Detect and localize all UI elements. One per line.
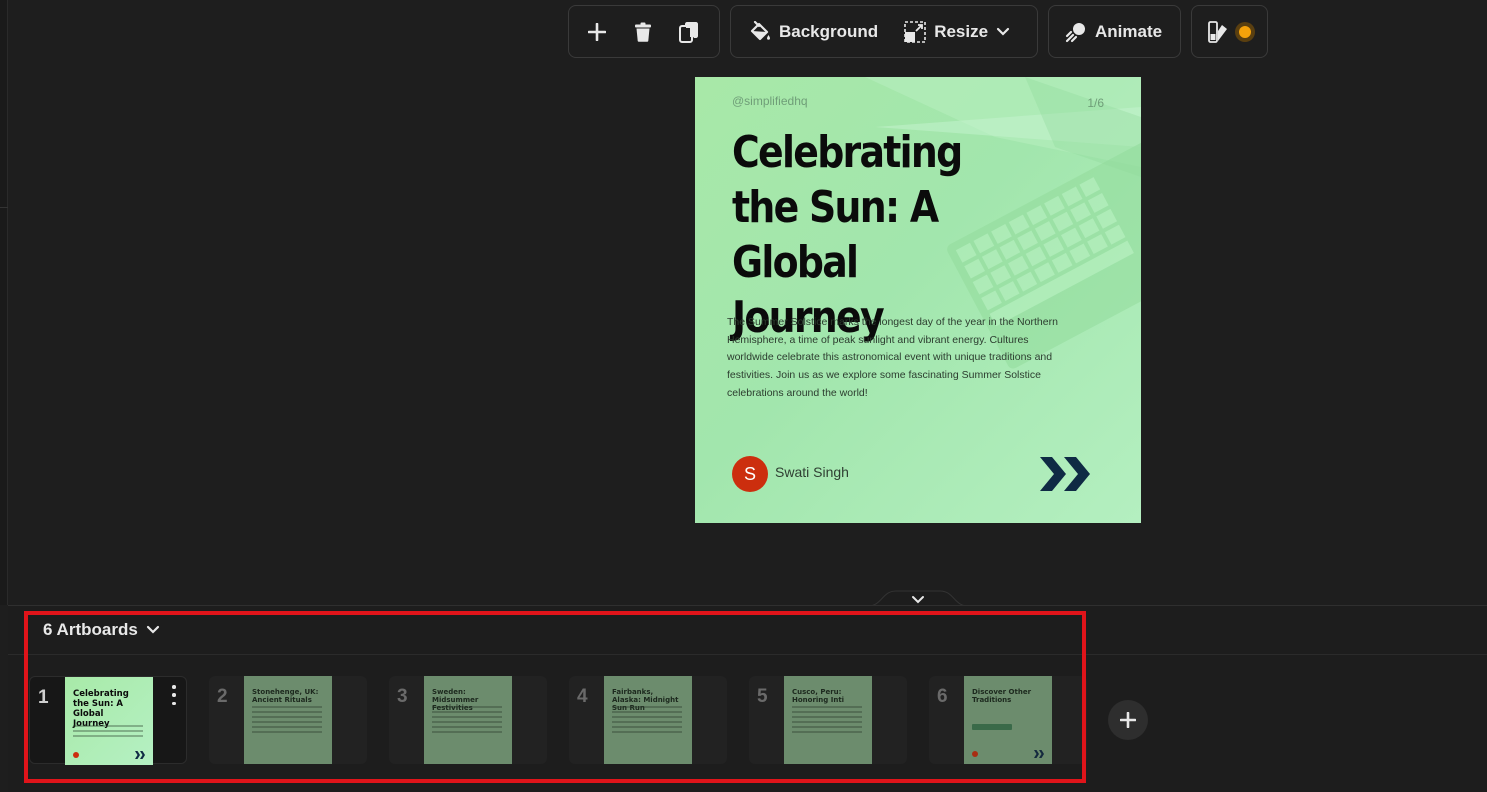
thumbnail-number: 3 bbox=[397, 686, 408, 707]
trash-icon bbox=[635, 22, 651, 42]
artboards-count-label: 6 Artboards bbox=[43, 620, 138, 639]
chevron-down-icon bbox=[996, 27, 1010, 36]
animate-button[interactable]: Animate bbox=[1055, 12, 1172, 52]
thumbnail-preview: Stonehenge, UK: Ancient Rituals bbox=[244, 676, 332, 764]
author-avatar: S bbox=[732, 456, 768, 492]
thumbnail-preview: Sweden: Midsummer Festivities bbox=[424, 676, 512, 764]
brand-theme-button[interactable] bbox=[1208, 12, 1256, 52]
artboard-thumbnail-5[interactable]: 5 Cusco, Peru: Honoring Inti bbox=[749, 676, 907, 764]
thumbnail-title: Celebrating the Sun: A Global Journey bbox=[73, 689, 129, 729]
thumbnail-number: 5 bbox=[757, 686, 768, 707]
page-indicator: 1/6 bbox=[1087, 96, 1104, 110]
artboard-canvas[interactable]: @simplifiedhq 1/6 Celebrating the Sun: A… bbox=[695, 77, 1141, 523]
brand-kit-icon bbox=[1208, 20, 1227, 43]
artboard-thumbnail-2[interactable]: 2 Stonehenge, UK: Ancient Rituals bbox=[209, 676, 367, 764]
animate-group: Animate bbox=[1048, 5, 1181, 58]
resize-label: Resize bbox=[934, 21, 989, 41]
chevron-down-icon bbox=[146, 625, 159, 634]
thumbnail-preview: Cusco, Peru: Honoring Inti bbox=[784, 676, 872, 764]
social-handle: @simplifiedhq bbox=[732, 94, 808, 108]
artboard-thumbnail-4[interactable]: 4 Fairbanks, Alaska: Midnight Sun Run bbox=[569, 676, 727, 764]
thumbnail-number: 1 bbox=[38, 687, 49, 708]
status-dot-icon bbox=[1235, 21, 1255, 42]
thumbnail-preview: Discover Other Traditions bbox=[964, 676, 1052, 764]
panel-divider bbox=[8, 605, 1487, 606]
thumbnail-more-icon[interactable] bbox=[168, 685, 180, 705]
duplicate-artboard-button[interactable] bbox=[666, 12, 712, 52]
artboard-headline[interactable]: Celebrating the Sun: A Global Journey bbox=[732, 125, 1016, 345]
double-chevron-right-icon bbox=[1040, 457, 1090, 491]
collapse-panel-tab[interactable] bbox=[868, 590, 968, 606]
editor-stage: Background Resize Animate @simplifiedhq … bbox=[0, 0, 1487, 792]
plus-icon bbox=[588, 22, 606, 41]
add-artboard-circle-button[interactable] bbox=[1108, 700, 1148, 740]
add-artboard-button[interactable] bbox=[574, 12, 620, 52]
resize-icon bbox=[904, 20, 926, 43]
duplicate-icon bbox=[679, 21, 698, 43]
artboard-thumbnail-6[interactable]: 6 Discover Other Traditions bbox=[929, 676, 1087, 764]
panel-header-divider bbox=[8, 654, 1487, 655]
thumbnail-number: 2 bbox=[217, 686, 228, 707]
paint-bucket-icon bbox=[750, 20, 770, 40]
thumbnail-number: 4 bbox=[577, 686, 588, 707]
thumbnail-number: 6 bbox=[937, 686, 948, 707]
thumbnail-preview: Celebrating the Sun: A Global Journey bbox=[65, 677, 153, 765]
artboard-actions-group bbox=[568, 5, 720, 58]
background-label: Background bbox=[779, 21, 879, 41]
delete-artboard-button[interactable] bbox=[620, 12, 666, 52]
artboard-thumbnail-3[interactable]: 3 Sweden: Midsummer Festivities bbox=[389, 676, 547, 764]
resize-button[interactable]: Resize bbox=[894, 12, 1020, 52]
left-panel-edge bbox=[0, 0, 8, 605]
plus-icon bbox=[1120, 712, 1136, 728]
animate-icon bbox=[1065, 22, 1085, 42]
author-name: Swati Singh bbox=[775, 464, 849, 480]
artboard-thumbnail-1[interactable]: 1 Celebrating the Sun: A Global Journey bbox=[29, 676, 187, 765]
background-button[interactable]: Background bbox=[739, 12, 888, 52]
thumbnail-preview: Fairbanks, Alaska: Midnight Sun Run bbox=[604, 676, 692, 764]
theme-group bbox=[1191, 5, 1268, 58]
background-resize-group: Background Resize bbox=[730, 5, 1038, 58]
artboard-body-text[interactable]: The Summer Solstice marks the longest da… bbox=[727, 314, 1072, 403]
animate-label: Animate bbox=[1095, 21, 1163, 41]
artboards-count-dropdown[interactable]: 6 Artboards bbox=[43, 619, 160, 641]
